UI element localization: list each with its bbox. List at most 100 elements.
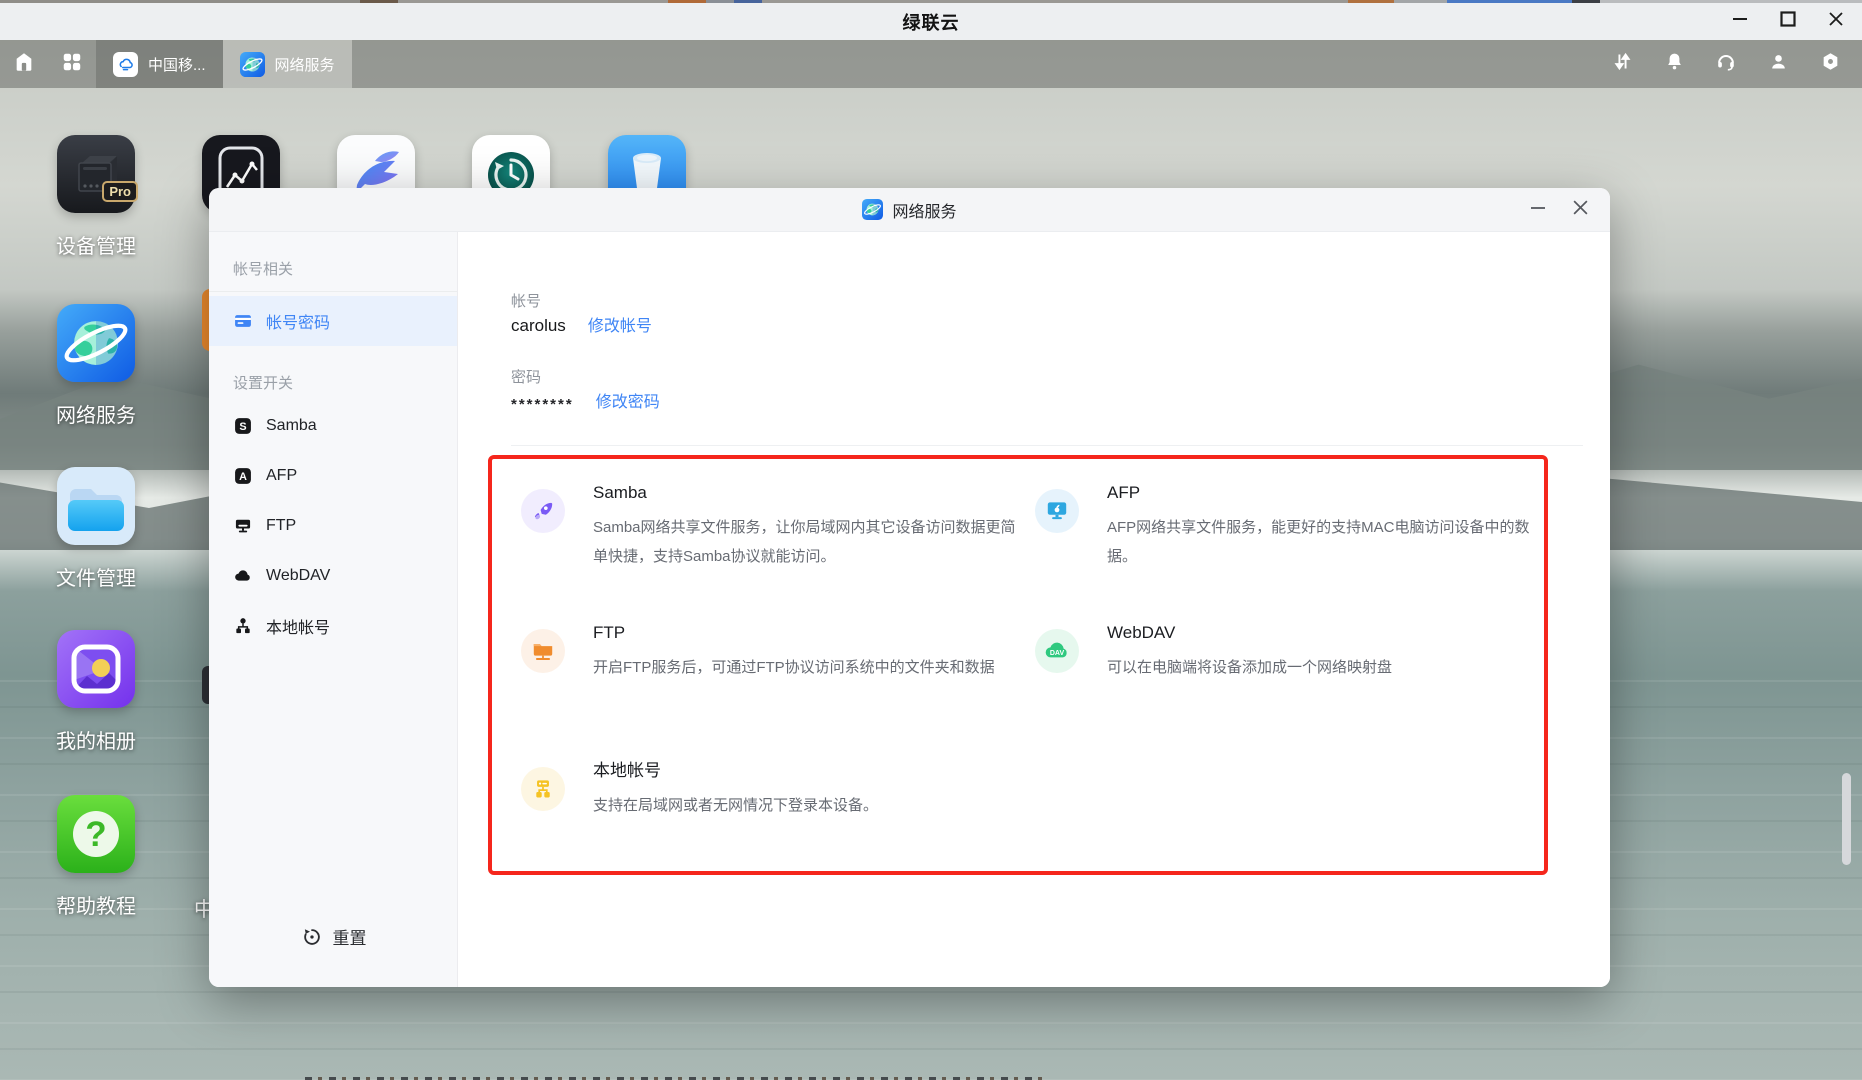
- app-grid-icon: [61, 51, 83, 78]
- desktop-icon-photo-album[interactable]: 我的相册: [57, 630, 135, 708]
- dialog-minimize-button[interactable]: [1524, 188, 1552, 232]
- afp-icon: A: [233, 466, 253, 486]
- dialog-sidebar: 帐号相关 帐号密码 设置开关 S Samba A AFP FTP: [209, 232, 458, 987]
- device-manager-icon: Pro: [57, 135, 135, 213]
- service-name: AFP: [1107, 482, 1541, 504]
- network-service-dialog: 网络服务 帐号相关 帐号密码 设置开关 S Samba: [209, 188, 1610, 987]
- network-service-icon: [862, 199, 883, 220]
- sidebar-item-label: FTP: [266, 517, 296, 535]
- window-controls: [1728, 3, 1848, 40]
- password-label: 密码: [511, 366, 541, 387]
- ftp-monitor-icon: [233, 516, 253, 536]
- svg-text:DAV: DAV: [1050, 650, 1065, 657]
- dialog-main: 帐号 carolus 修改帐号 密码 ******** 修改密码 Samba: [459, 232, 1610, 987]
- dialog-title: 网络服务: [892, 198, 956, 222]
- sidebar-section-account: 帐号相关: [233, 258, 457, 279]
- service-text: FTP 开启FTP服务后，可通过FTP协议访问系统中的文件夹和数据: [593, 622, 1027, 682]
- samba-icon: S: [233, 416, 253, 436]
- rocket-icon: [521, 489, 565, 533]
- topology-icon: [521, 767, 565, 811]
- password-value: ********: [511, 396, 574, 413]
- dialog-close-button[interactable]: [1566, 188, 1594, 232]
- minimize-icon: [1530, 200, 1546, 221]
- sidebar-divider: [209, 291, 457, 292]
- tab-label: 网络服务: [275, 54, 335, 75]
- account-label: 帐号: [511, 290, 541, 311]
- home-button[interactable]: [0, 40, 48, 88]
- modify-password-link[interactable]: 修改密码: [596, 388, 660, 412]
- user-button[interactable]: [1758, 40, 1798, 88]
- file-manager-icon: [57, 467, 135, 545]
- reset-label: 重置: [333, 924, 367, 949]
- dialog-scrollbar-thumb[interactable]: [1842, 773, 1851, 865]
- screen: 绿联云 中国移... 网络服务: [0, 0, 1862, 1080]
- close-button[interactable]: [1824, 10, 1848, 34]
- close-icon: [1572, 199, 1589, 221]
- sidebar-item-label: 帐号密码: [266, 309, 330, 333]
- sidebar-switch-list: S Samba A AFP FTP WebDAV 本地帐号: [209, 401, 457, 651]
- close-icon: [1827, 10, 1845, 33]
- service-text: WebDAV 可以在电脑端将设备添加成一个网络映射盘: [1107, 622, 1541, 682]
- pro-badge: Pro: [102, 181, 138, 202]
- service-desc: 可以在电脑端将设备添加成一个网络映射盘: [1107, 653, 1541, 682]
- desktop-icon-label: 帮助教程: [56, 890, 136, 919]
- notifications-button[interactable]: [1654, 40, 1694, 88]
- content-divider: [511, 445, 1583, 446]
- minimize-icon: [1731, 10, 1749, 33]
- china-mobile-cloud-icon: [113, 52, 138, 77]
- maximize-button[interactable]: [1776, 10, 1800, 34]
- modify-account-link[interactable]: 修改帐号: [588, 312, 652, 336]
- settings-button[interactable]: [1810, 40, 1850, 88]
- headset-icon: [1715, 51, 1737, 78]
- sidebar-item-account-password[interactable]: 帐号密码: [209, 296, 457, 346]
- account-row: carolus 修改帐号: [511, 312, 652, 336]
- dav-cloud-icon: DAV: [1035, 629, 1079, 673]
- transfer-icon: [1612, 51, 1633, 77]
- service-desc: AFP网络共享文件服务，能更好的支持MAC电脑访问设备中的数据。: [1107, 513, 1541, 571]
- service-card-local-account: 本地帐号 支持在局域网或者无网情况下登录本设备。: [521, 760, 1027, 820]
- service-name: Samba: [593, 482, 1027, 504]
- reset-button[interactable]: 重置: [209, 924, 458, 949]
- app-grid-button[interactable]: [48, 40, 96, 88]
- desktop-icon-device-manager[interactable]: Pro 设备管理: [57, 135, 135, 213]
- transfer-button[interactable]: [1602, 40, 1642, 88]
- desktop-icon-label: 文件管理: [56, 562, 136, 591]
- app-tabbar: 中国移... 网络服务: [0, 40, 1862, 88]
- sidebar-item-label: 本地帐号: [266, 614, 330, 638]
- user-icon: [1768, 51, 1789, 77]
- tab-network-service[interactable]: 网络服务: [223, 40, 352, 88]
- service-desc: 开启FTP服务后，可通过FTP协议访问系统中的文件夹和数据: [593, 653, 1027, 682]
- desktop-icon-label: 设备管理: [56, 230, 136, 259]
- service-desc: Samba网络共享文件服务，让你局域网内其它设备访问数据更简单快捷，支持Samb…: [593, 513, 1027, 571]
- cloud-icon: [233, 566, 253, 586]
- sidebar-item-label: AFP: [266, 467, 297, 485]
- minimize-button[interactable]: [1728, 10, 1752, 34]
- svg-text:?: ?: [85, 815, 106, 854]
- service-card-webdav: DAV WebDAV 可以在电脑端将设备添加成一个网络映射盘: [1035, 622, 1541, 682]
- sidebar-item-label: WebDAV: [266, 567, 330, 585]
- service-text: Samba Samba网络共享文件服务，让你局域网内其它设备访问数据更简单快捷，…: [593, 482, 1027, 571]
- desktop-icon-file-manager[interactable]: 文件管理: [57, 467, 135, 545]
- sidebar-item-samba[interactable]: S Samba: [209, 401, 457, 451]
- service-name: 本地帐号: [593, 760, 1027, 782]
- service-desc: 支持在局域网或者无网情况下登录本设备。: [593, 791, 1027, 820]
- service-card-ftp: FTP 开启FTP服务后，可通过FTP协议访问系统中的文件夹和数据: [521, 622, 1027, 682]
- service-text: AFP AFP网络共享文件服务，能更好的支持MAC电脑访问设备中的数据。: [1107, 482, 1541, 571]
- tab-china-mobile[interactable]: 中国移...: [96, 40, 223, 88]
- support-button[interactable]: [1706, 40, 1746, 88]
- sidebar-item-ftp[interactable]: FTP: [209, 501, 457, 551]
- sidebar-item-webdav[interactable]: WebDAV: [209, 551, 457, 601]
- service-text: 本地帐号 支持在局域网或者无网情况下登录本设备。: [593, 760, 1027, 820]
- desktop-icon-network-service[interactable]: 网络服务: [57, 304, 135, 382]
- svg-text:A: A: [239, 471, 247, 483]
- sidebar-item-local-account[interactable]: 本地帐号: [209, 601, 457, 651]
- service-name: FTP: [593, 622, 1027, 644]
- service-name: WebDAV: [1107, 622, 1541, 644]
- network-service-icon: [240, 52, 265, 77]
- mac-monitor-icon: [1035, 489, 1079, 533]
- desktop-icon-help-tutorial[interactable]: ? 帮助教程: [57, 795, 135, 873]
- window-title: 绿联云: [903, 9, 960, 35]
- sidebar-item-afp[interactable]: A AFP: [209, 451, 457, 501]
- dialog-header: 网络服务: [209, 188, 1610, 232]
- desktop-icon-label: 我的相册: [56, 725, 136, 754]
